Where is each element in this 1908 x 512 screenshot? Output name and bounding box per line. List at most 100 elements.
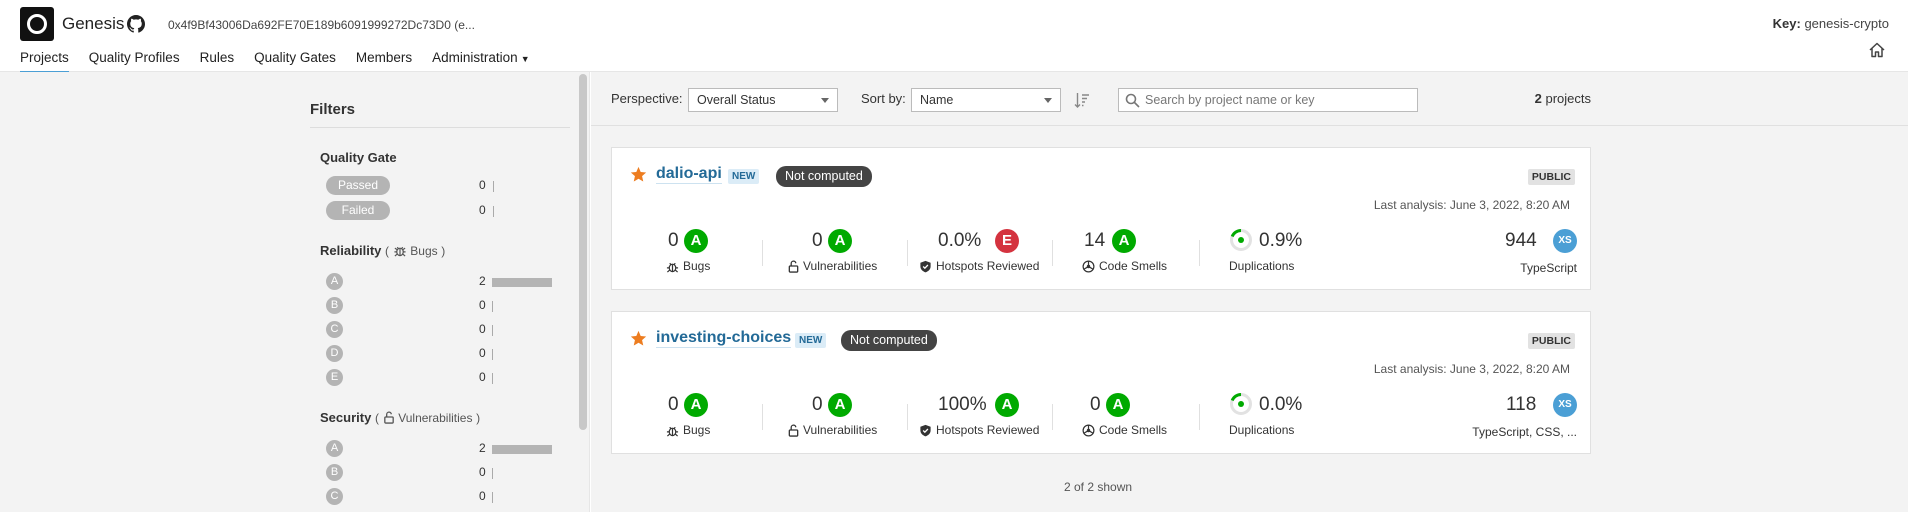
security-sub-label: Vulnerabilities — [398, 411, 473, 425]
code-smell-icon — [1082, 424, 1095, 437]
divider — [1199, 240, 1200, 266]
duplications-label: Duplications — [1229, 423, 1295, 437]
measure-hotspots[interactable]: 0.0% E Hotspots Reviewed — [919, 228, 1059, 278]
size-rating-badge: XS — [1553, 393, 1577, 417]
facet-title-security[interactable]: Security ( Vulnerabilities ) — [320, 410, 480, 425]
nav-members[interactable]: Members — [356, 50, 412, 74]
sort-select[interactable]: Name — [911, 88, 1061, 112]
search-box[interactable] — [1118, 88, 1418, 112]
unlock-icon — [788, 260, 799, 273]
vulnerabilities-value: 0 — [812, 230, 823, 251]
nav-quality-profiles[interactable]: Quality Profiles — [89, 50, 180, 74]
org-name[interactable]: Genesis — [62, 14, 124, 34]
rating-dot: C — [326, 488, 343, 505]
sort-direction-icon[interactable] — [1074, 92, 1090, 109]
bug-icon — [666, 262, 679, 273]
facet-row-rating[interactable]: D 0 — [326, 344, 566, 364]
divider — [310, 127, 570, 128]
nav-projects[interactable]: Projects — [20, 50, 69, 74]
code-smells-value: 14 — [1084, 230, 1106, 251]
measure-duplications[interactable]: 0.9% Duplications — [1229, 228, 1369, 278]
org-key: Key: genesis-crypto — [1773, 16, 1889, 31]
org-key-id: 0x4f9Bf43006Da692FE70E189b6091999272Dc73… — [168, 18, 475, 32]
facet-row-rating[interactable]: A 2 — [326, 272, 566, 292]
facet-row-rating[interactable]: A 2 — [326, 439, 566, 459]
facet-row-failed[interactable]: Failed 0 — [326, 201, 566, 221]
facet-row-passed[interactable]: Passed 0 — [326, 176, 566, 196]
bug-icon — [394, 246, 406, 257]
nav-quality-gates[interactable]: Quality Gates — [254, 50, 336, 74]
shield-icon — [920, 424, 931, 437]
rating-badge: A — [828, 393, 852, 417]
project-name-link[interactable]: dalio-api — [656, 165, 722, 184]
paren-close: ) — [441, 244, 446, 258]
github-icon[interactable] — [127, 15, 145, 33]
rating-badge: A — [684, 229, 708, 253]
facet-count: 0 — [479, 298, 486, 312]
duplications-value: 0.9% — [1259, 230, 1303, 251]
passed-pill: Passed — [326, 176, 390, 195]
measure-duplications[interactable]: 0.0% Duplications — [1229, 392, 1369, 442]
last-analysis: Last analysis: June 3, 2022, 8:20 AM — [1373, 198, 1570, 212]
bugs-value: 0 — [668, 230, 679, 251]
divider — [907, 240, 908, 266]
search-input[interactable] — [1145, 91, 1410, 109]
quality-gate-badge[interactable]: Not computed — [776, 166, 872, 187]
sidebar-scrollbar[interactable] — [579, 74, 587, 430]
facet-count: 0 — [479, 178, 486, 192]
rating-dot: A — [326, 440, 343, 457]
measure-hotspots[interactable]: 100% A Hotspots Reviewed — [919, 392, 1059, 442]
favorite-star-icon[interactable] — [630, 166, 647, 183]
home-icon[interactable] — [1868, 41, 1886, 59]
code-smells-value: 0 — [1090, 394, 1101, 415]
code-smells-label: Code Smells — [1099, 423, 1168, 437]
hotspots-value: 0.0% — [938, 230, 982, 251]
facet-row-rating[interactable]: E 0 — [326, 368, 566, 388]
divider — [907, 404, 908, 430]
facet-count: 0 — [479, 370, 486, 384]
projects-count-value: 2 — [1534, 91, 1542, 106]
nav-administration-label: Administration — [432, 50, 518, 65]
projects-toolbar: Perspective: Overall Status Sort by: Nam… — [591, 72, 1908, 126]
quality-gate-badge[interactable]: Not computed — [841, 330, 937, 351]
org-nav: Projects Quality Profiles Rules Quality … — [20, 50, 550, 74]
measure-vulnerabilities[interactable]: 0 A Vulnerabilities — [787, 228, 927, 278]
measure-code-smells[interactable]: 0 A Code Smells — [1082, 392, 1222, 442]
nav-administration[interactable]: Administration ▼ — [432, 50, 529, 74]
facet-row-rating[interactable]: C 0 — [326, 320, 566, 340]
security-title: Security — [320, 410, 372, 425]
measure-bugs[interactable]: 0 A Bugs — [652, 228, 792, 278]
facet-row-rating[interactable]: C 0 — [326, 487, 566, 507]
sort-value: Name — [920, 93, 954, 107]
filters-panel: Filters Quality Gate Passed 0 Failed 0 R… — [310, 72, 570, 512]
projects-main: Perspective: Overall Status Sort by: Nam… — [591, 72, 1908, 512]
facet-title-quality-gate[interactable]: Quality Gate — [320, 150, 397, 165]
shown-count: 2 of 2 shown — [1064, 480, 1133, 494]
hotspots-label: Hotspots Reviewed — [936, 423, 1040, 437]
facet-row-rating[interactable]: B 0 — [326, 296, 566, 316]
org-logo[interactable] — [20, 7, 54, 41]
duplications-value: 0.0% — [1259, 394, 1303, 415]
facet-count: 0 — [479, 465, 486, 479]
measure-code-smells[interactable]: 14 A Code Smells — [1082, 228, 1222, 278]
projects-count: 2 projects — [1535, 91, 1591, 106]
vulnerabilities-label: Vulnerabilities — [803, 423, 878, 437]
facet-bar — [492, 349, 493, 360]
duplications-donut-icon — [1230, 393, 1252, 415]
rating-badge: A — [1106, 393, 1130, 417]
facet-bar — [492, 325, 493, 336]
caret-down-icon: ▼ — [520, 54, 530, 64]
favorite-star-icon[interactable] — [630, 330, 647, 347]
facet-title-reliability[interactable]: Reliability ( Bugs ) — [320, 243, 445, 258]
visibility-badge: PUBLIC — [1527, 169, 1575, 185]
facet-row-rating[interactable]: B 0 — [326, 463, 566, 483]
perspective-select[interactable]: Overall Status — [688, 88, 838, 112]
measure-vulnerabilities[interactable]: 0 A Vulnerabilities — [787, 392, 927, 442]
paren-close: ) — [476, 411, 481, 425]
nav-rules[interactable]: Rules — [200, 50, 235, 74]
facet-count: 2 — [479, 274, 486, 288]
measure-bugs[interactable]: 0 A Bugs — [652, 392, 792, 442]
project-name-link[interactable]: investing-choices — [656, 329, 792, 348]
unlock-icon — [788, 424, 799, 437]
rating-badge: A — [995, 393, 1019, 417]
